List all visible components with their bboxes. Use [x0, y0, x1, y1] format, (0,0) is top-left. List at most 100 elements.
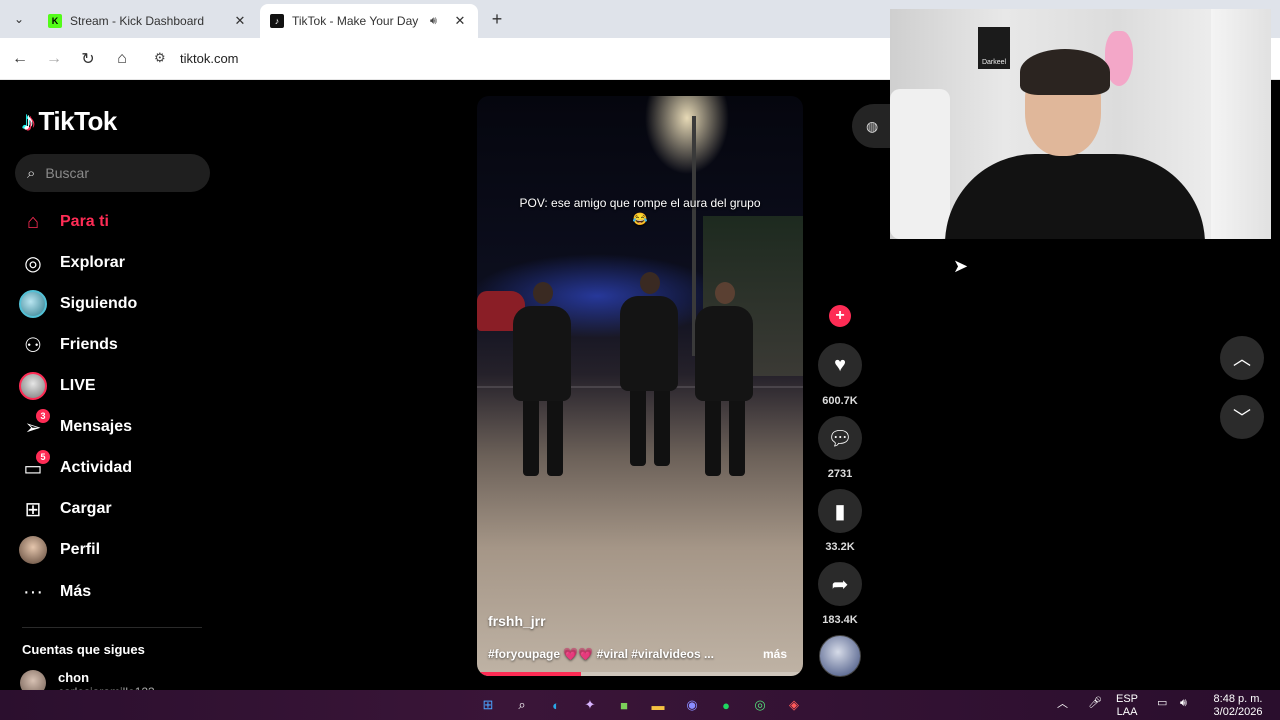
like-action[interactable]: ♥ 600.7K	[818, 343, 862, 407]
search-box[interactable]: ⌕	[15, 154, 210, 192]
kick-favicon-icon: K	[48, 14, 62, 28]
comment-action[interactable]: 💬︎ 2731	[818, 416, 862, 480]
taskbar: ⊞ ⌕ ◐ ✦ ■ ▬ ◉ ● ◎ ◈ ︿ 🎤︎ ESP LAA ▭ 🔊︎ 8:…	[0, 690, 1280, 720]
friends-icon: ⚇	[24, 334, 42, 357]
logo-text: TikTok	[38, 106, 118, 136]
clock[interactable]: 8:48 p. m. 3/02/2026	[1206, 694, 1270, 718]
nav-label: Cargar	[60, 500, 112, 517]
following-avatar	[18, 289, 48, 319]
messages-icon: ➢ 3	[18, 409, 50, 442]
discord-icon[interactable]: ◉	[682, 695, 702, 715]
live-avatar	[18, 371, 48, 401]
nav-item-perfil[interactable]: Perfil	[18, 532, 218, 568]
tab-title: Stream - Kick Dashboard	[70, 14, 205, 28]
video-player[interactable]: POV: ese amigo que rompe el aura del gru…	[477, 96, 803, 676]
save-action[interactable]: ▮ 33.2K	[818, 489, 862, 553]
comment-icon[interactable]: 💬︎	[818, 416, 862, 460]
activity-icon: ▭ 5	[18, 450, 50, 483]
profile-avatar	[18, 535, 48, 565]
tab-title: TikTok - Make Your Day	[292, 14, 419, 28]
nav-item-friends[interactable]: ⚇ Friends	[18, 327, 218, 363]
copilot-icon[interactable]: ✦	[580, 695, 600, 715]
microphone-icon[interactable]: 🎤︎	[1088, 698, 1102, 709]
close-tab-icon[interactable]: ✕	[452, 13, 468, 29]
clock-time: 8:48 p. m.	[1213, 693, 1263, 705]
chevron-down-icon: ﹀	[1233, 408, 1251, 428]
follow-plus-button[interactable]: +	[829, 305, 851, 327]
video-progress-bar[interactable]	[477, 672, 803, 676]
tab-kick-dashboard[interactable]: K Stream - Kick Dashboard ✕	[38, 4, 258, 38]
home-icon: ⌂	[26, 210, 40, 233]
tray-chevron-up-icon[interactable]: ︿	[1057, 699, 1068, 710]
sidebar-divider	[22, 627, 202, 628]
creator-avatar[interactable]	[819, 635, 861, 677]
nav-item-cargar[interactable]: ⊞ Cargar	[18, 491, 218, 527]
url-field[interactable]: tiktok.com	[180, 51, 239, 66]
like-count: 600.7K	[822, 395, 858, 407]
tab-search-chevron-icon[interactable]: ⌄	[8, 8, 30, 30]
windows-start-icon[interactable]: ⊞	[478, 695, 498, 715]
nav-item-live[interactable]: LIVE	[18, 368, 218, 404]
more-link[interactable]: más	[763, 647, 787, 661]
nav-label: Más	[60, 583, 92, 600]
tab-tiktok[interactable]: ♪ TikTok - Make Your Day 🔊︎ ✕	[260, 4, 478, 38]
language-indicator[interactable]: ESP LAA	[1116, 694, 1138, 718]
reload-icon[interactable]: ↻	[77, 48, 99, 70]
close-tab-icon[interactable]: ✕	[232, 13, 248, 29]
tiktok-note-icon: ♪	[22, 106, 35, 136]
speaker-icon[interactable]: 🔊︎	[430, 15, 446, 28]
search-icon: ⌕	[27, 164, 36, 182]
video-progress-fill	[477, 672, 582, 676]
forward-icon[interactable]: →	[43, 48, 65, 70]
heart-icon[interactable]: ♥	[818, 343, 862, 387]
language-code: ESP	[1116, 693, 1139, 705]
webcam-overlay: Darkeel	[890, 9, 1271, 239]
search-input[interactable]	[45, 165, 186, 181]
nav-label: Siguiendo	[60, 295, 138, 312]
video-username[interactable]: frshh_jrr	[488, 613, 546, 629]
share-icon[interactable]: ➦	[818, 562, 862, 606]
spotify-icon[interactable]: ●	[716, 695, 736, 715]
previous-video-button[interactable]: ︿	[1220, 336, 1264, 380]
person-figure	[513, 282, 573, 482]
bookmark-icon[interactable]: ▮	[818, 489, 862, 533]
chrome-icon[interactable]: ◎	[750, 695, 770, 715]
nav-item-mensajes[interactable]: ➢ 3 Mensajes	[18, 409, 218, 445]
nav-label: Friends	[60, 336, 118, 353]
caption-text: POV: ese amigo que rompe el aura del gru…	[519, 196, 761, 210]
volume-icon[interactable]: 🔊︎	[1180, 698, 1187, 709]
file-explorer-icon[interactable]: ▬	[648, 695, 668, 715]
obs-icon[interactable]: ◈	[784, 695, 804, 715]
nav-item-siguiendo[interactable]: Siguiendo	[18, 286, 218, 322]
account-name: chon	[58, 670, 90, 685]
wall-poster: Darkeel	[978, 27, 1010, 69]
next-video-button[interactable]: ﹀	[1220, 395, 1264, 439]
nav-label: LIVE	[60, 377, 96, 394]
back-icon[interactable]: ←	[9, 48, 31, 70]
nav-item-para-ti[interactable]: ⌂ Para ti	[18, 204, 218, 240]
share-action[interactable]: ➦ 183.4K	[818, 562, 862, 626]
chevron-up-icon: ︿	[1233, 349, 1251, 369]
tiktok-logo[interactable]: ♪ TikTok	[22, 106, 117, 137]
video-hashtags[interactable]: #foryoupage 💗💗 #viral #viralvideos ...	[488, 647, 714, 661]
more-icon: ···	[23, 580, 43, 603]
person-figure	[695, 282, 755, 482]
network-icon[interactable]: ▭	[1157, 698, 1167, 709]
tiktok-favicon-icon: ♪	[270, 14, 284, 28]
streamer-hair	[1020, 49, 1110, 95]
curtain	[1211, 9, 1271, 239]
nav-label: Mensajes	[60, 418, 133, 435]
home-button-icon[interactable]: ⌂	[111, 48, 133, 70]
nav-label: Actividad	[60, 459, 133, 476]
taskbar-search-icon[interactable]: ⌕	[512, 695, 532, 715]
nav-item-explorar[interactable]: ◎ Explorar	[18, 245, 218, 281]
nav-item-actividad[interactable]: ▭ 5 Actividad	[18, 450, 218, 486]
site-info-icon[interactable]: ⚙	[154, 50, 166, 66]
nav-item-mas[interactable]: ··· Más	[18, 574, 218, 610]
upload-icon: ⊞	[24, 498, 42, 521]
new-tab-button[interactable]: +	[486, 8, 508, 30]
comment-count: 2731	[827, 468, 853, 480]
minecraft-icon[interactable]: ■	[614, 695, 634, 715]
edge-icon[interactable]: ◐	[546, 695, 566, 715]
clock-date: 3/02/2026	[1213, 706, 1263, 718]
